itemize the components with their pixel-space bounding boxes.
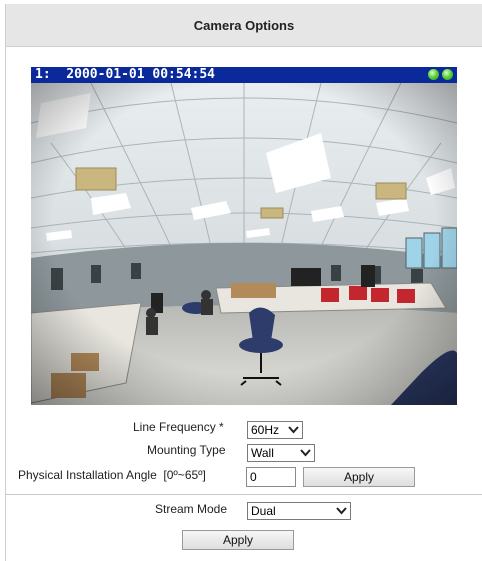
- page-title: Camera Options: [193, 17, 295, 33]
- mounting-type-value: Wall: [251, 446, 274, 460]
- mounting-type-label: Mounting Type: [147, 443, 226, 457]
- installation-angle-apply-button[interactable]: Apply: [303, 467, 415, 487]
- line-frequency-value: 60Hz: [251, 423, 280, 437]
- apply-button-label: Apply: [222, 533, 254, 547]
- green-led-icon: [428, 69, 439, 80]
- fisheye-video-feed: [31, 83, 457, 405]
- line-frequency-label: Line Frequency *: [133, 420, 224, 434]
- installation-angle-value: 0: [250, 470, 257, 484]
- line-frequency-select[interactable]: 60Hz: [247, 421, 303, 439]
- green-led-icon: [442, 69, 453, 80]
- apply-button[interactable]: Apply: [182, 530, 294, 550]
- stream-mode-row: Stream Mode: [155, 502, 227, 516]
- chevron-down-icon: [300, 449, 311, 457]
- chevron-down-icon: [288, 426, 299, 434]
- page-header: Camera Options: [6, 4, 482, 47]
- section-divider: [6, 494, 482, 495]
- camera-viewer[interactable]: 1: 2000-01-01 00:54:54: [31, 67, 457, 405]
- mounting-type-select[interactable]: Wall: [247, 444, 315, 462]
- status-leds: [428, 69, 453, 80]
- osd-timestamp: 1: 2000-01-01 00:54:54: [35, 67, 216, 82]
- installation-angle-apply-label: Apply: [343, 470, 375, 484]
- stream-mode-value: Dual: [251, 504, 276, 518]
- installation-angle-input[interactable]: 0: [246, 467, 296, 487]
- osd-bar: 1: 2000-01-01 00:54:54: [31, 67, 457, 83]
- mounting-type-row: Mounting Type: [147, 443, 226, 457]
- line-frequency-row: Line Frequency *: [133, 420, 224, 434]
- stream-mode-select[interactable]: Dual: [247, 502, 351, 520]
- installation-angle-label: Physical Installation Angle [0º~65º]: [18, 468, 206, 482]
- chevron-down-icon: [336, 507, 347, 515]
- installation-angle-row: Physical Installation Angle [0º~65º]: [18, 468, 206, 482]
- stream-mode-label: Stream Mode: [155, 502, 228, 516]
